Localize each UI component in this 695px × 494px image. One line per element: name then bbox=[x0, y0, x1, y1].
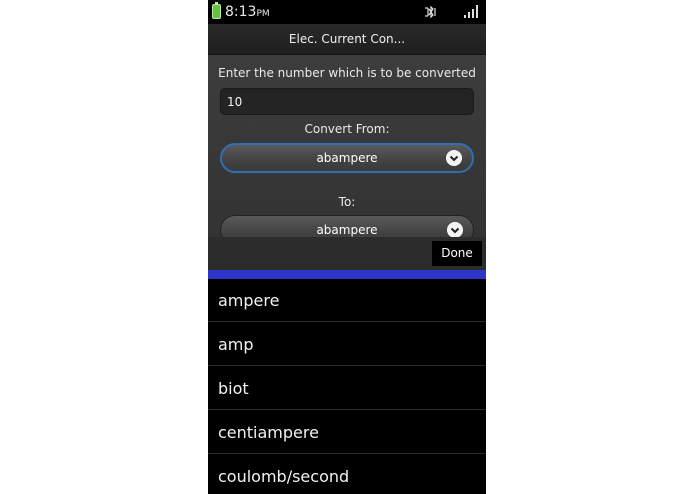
page-title: Elec. Current Con... bbox=[288, 32, 406, 46]
number-input[interactable]: 10 bbox=[220, 88, 474, 115]
convert-to-value: abampere bbox=[316, 223, 378, 237]
clock: 8:13PM bbox=[225, 3, 270, 23]
done-button[interactable]: Done bbox=[432, 241, 482, 266]
signal-strength-icon bbox=[464, 5, 478, 18]
convert-from-label: Convert From: bbox=[304, 122, 390, 136]
number-prompt: Enter the number which is to be converte… bbox=[218, 66, 476, 80]
list-item[interactable]: coulomb/second bbox=[208, 455, 486, 494]
convert-from-dropdown[interactable]: abampere bbox=[220, 143, 474, 173]
list-item[interactable]: biot bbox=[208, 367, 486, 410]
clock-ampm: PM bbox=[256, 9, 270, 19]
title-bar: Elec. Current Con... bbox=[208, 24, 486, 55]
picker-accent-bar bbox=[208, 270, 486, 279]
clock-time: 8:13 bbox=[225, 4, 257, 20]
list-item[interactable]: centiampere bbox=[208, 411, 486, 454]
bluetooth-icon bbox=[425, 5, 436, 19]
convert-from-value: abampere bbox=[316, 151, 378, 165]
unit-picker-list: ampere amp biot centiampere coulomb/seco… bbox=[208, 279, 486, 494]
converter-form: Enter the number which is to be converte… bbox=[208, 55, 486, 245]
list-item[interactable]: ampere bbox=[208, 279, 486, 322]
convert-to-label: To: bbox=[338, 195, 356, 209]
list-item[interactable]: amp bbox=[208, 323, 486, 366]
phone-screen: 8:13PM Elec. Current Con... Enter the nu… bbox=[208, 0, 486, 494]
battery-icon bbox=[212, 2, 221, 19]
picker-toolbar: Done bbox=[208, 237, 486, 270]
chevron-down-icon bbox=[447, 222, 463, 238]
chevron-down-icon bbox=[446, 150, 462, 166]
status-bar: 8:13PM bbox=[208, 0, 486, 24]
